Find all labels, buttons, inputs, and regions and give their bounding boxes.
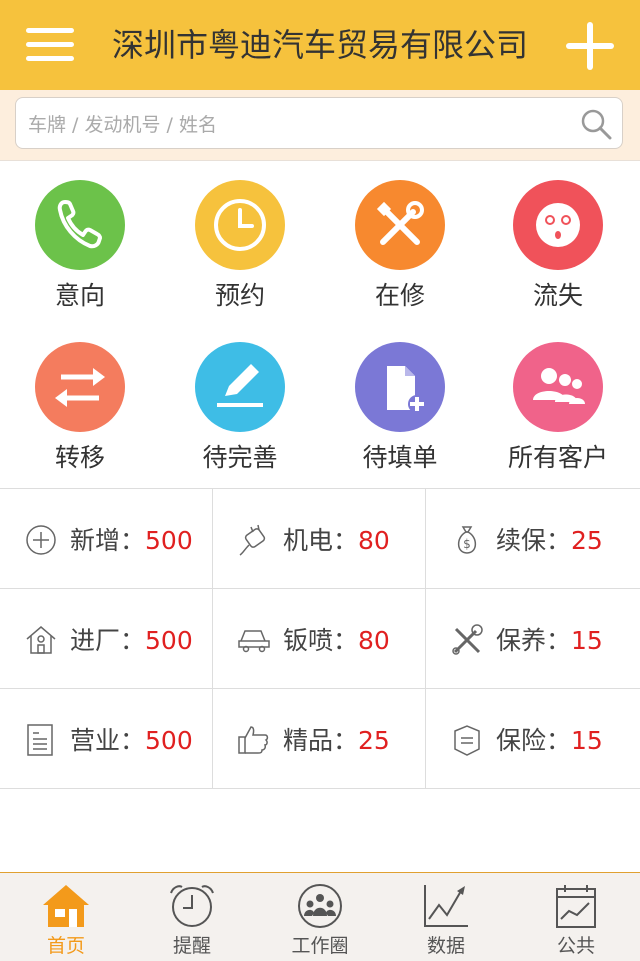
tab-home[interactable]: 首页 (2, 873, 130, 961)
sad-face-icon (513, 180, 603, 270)
receipt-icon (27, 724, 53, 756)
plus-circle-icon (26, 525, 56, 555)
plug-icon (239, 524, 266, 556)
stat-value: 80 (358, 626, 390, 655)
stat-separator: ： (546, 726, 572, 755)
stat-separator: ： (120, 726, 146, 755)
stat-label: 保险 (496, 726, 547, 755)
category-label: 在修 (374, 281, 425, 310)
wrench-icon (452, 624, 483, 655)
svg-text:$: $ (463, 537, 471, 551)
plus-icon[interactable] (560, 18, 620, 74)
stat-separator: ： (333, 626, 359, 655)
tab-reminder[interactable]: 提醒 (128, 873, 256, 961)
house-icon (26, 626, 56, 654)
category-label: 意向 (54, 281, 105, 310)
category-appointment[interactable]: 预约 (160, 180, 320, 312)
tab-label: 提醒 (172, 935, 211, 957)
transfer-icon (35, 342, 125, 432)
stat-value: 500 (145, 526, 193, 555)
stat-label: 新增 (70, 526, 121, 555)
stat-renewal[interactable]: $ 续保：25 (426, 489, 640, 589)
stat-paint[interactable]: 钣喷：80 (213, 589, 426, 689)
stat-label: 保养 (496, 626, 547, 655)
stat-separator: ： (546, 626, 572, 655)
stat-value: 80 (358, 526, 390, 555)
stat-value: 500 (145, 626, 193, 655)
category-to-complete[interactable]: 待完善 (160, 342, 320, 474)
tab-label: 首页 (46, 935, 85, 957)
group-icon (298, 884, 342, 928)
category-to-fill[interactable]: 待填单 (320, 342, 480, 474)
stat-separator: ： (120, 626, 146, 655)
clock-icon (195, 180, 285, 270)
thumbs-up-icon (238, 726, 269, 754)
stat-value: 15 (571, 726, 603, 755)
tab-public[interactable]: 公共 (512, 873, 640, 961)
stats-grid: 新增：500 机电：80 $ 续保：25 进厂：500 钣喷：80 保养：15 … (0, 488, 640, 791)
stat-boutique[interactable]: 精品：25 (213, 689, 426, 789)
stat-separator: ： (333, 726, 359, 755)
search-icon[interactable] (580, 108, 612, 140)
tab-work-circle[interactable]: 工作圈 (256, 873, 384, 961)
tools-icon (355, 180, 445, 270)
stat-label: 精品 (283, 726, 334, 755)
stat-value: 25 (358, 726, 390, 755)
tab-data[interactable]: 数据 (382, 873, 510, 961)
tab-label: 公共 (556, 935, 595, 957)
stat-insurance[interactable]: 保险：15 (426, 689, 640, 789)
tab-label: 工作圈 (291, 935, 349, 957)
category-label: 所有客户 (507, 443, 608, 472)
search-box (15, 97, 623, 149)
app-header: 深圳市粤迪汽车贸易有限公司 (0, 0, 640, 90)
stat-separator: ： (546, 526, 572, 555)
alarm-clock-icon (170, 885, 214, 927)
search-bar (0, 90, 640, 161)
page-title: 深圳市粤迪汽车贸易有限公司 (111, 26, 528, 64)
stat-label: 续保 (496, 526, 547, 555)
category-all-customers[interactable]: 所有客户 (478, 342, 638, 474)
home-icon (43, 885, 89, 927)
stat-new[interactable]: 新增：500 (0, 489, 213, 589)
stat-label: 机电 (283, 526, 334, 555)
stat-maintenance[interactable]: 保养：15 (426, 589, 640, 689)
search-input[interactable] (26, 108, 570, 142)
category-transfer[interactable]: 转移 (0, 342, 160, 474)
category-repairing[interactable]: 在修 (320, 180, 480, 312)
category-label: 预约 (214, 281, 265, 310)
chart-icon (424, 885, 468, 927)
stat-label: 进厂 (70, 626, 121, 655)
customers-icon (513, 342, 603, 432)
category-intent[interactable]: 意向 (0, 180, 160, 312)
insurance-icon (454, 725, 480, 756)
stat-revenue[interactable]: 营业：500 (0, 689, 213, 789)
category-label: 待完善 (202, 443, 278, 472)
document-add-icon (355, 342, 445, 432)
stat-entry[interactable]: 进厂：500 (0, 589, 213, 689)
category-label: 转移 (54, 443, 105, 472)
stat-separator: ： (120, 526, 146, 555)
stat-label: 钣喷 (283, 626, 334, 655)
pencil-icon (195, 342, 285, 432)
bottom-tab-bar: 首页 提醒 工作圈 数据 公共 (0, 872, 640, 961)
phone-icon (35, 180, 125, 270)
category-lost[interactable]: 流失 (478, 180, 638, 312)
money-bag-icon: $ (457, 526, 477, 554)
menu-icon[interactable] (20, 22, 80, 68)
stat-value: 25 (571, 526, 603, 555)
stat-electrical[interactable]: 机电：80 (213, 489, 426, 589)
category-label: 待填单 (362, 443, 438, 472)
category-grid: 意向 预约 在修 流失 转移 待完善 待填单 所有客户 (0, 160, 640, 488)
category-label: 流失 (532, 281, 583, 310)
stat-value: 15 (571, 626, 603, 655)
car-icon (238, 630, 270, 653)
tab-label: 数据 (426, 935, 465, 957)
stat-label: 营业 (70, 726, 121, 755)
stat-value: 500 (145, 726, 193, 755)
calendar-icon (556, 885, 596, 928)
stat-separator: ： (333, 526, 359, 555)
